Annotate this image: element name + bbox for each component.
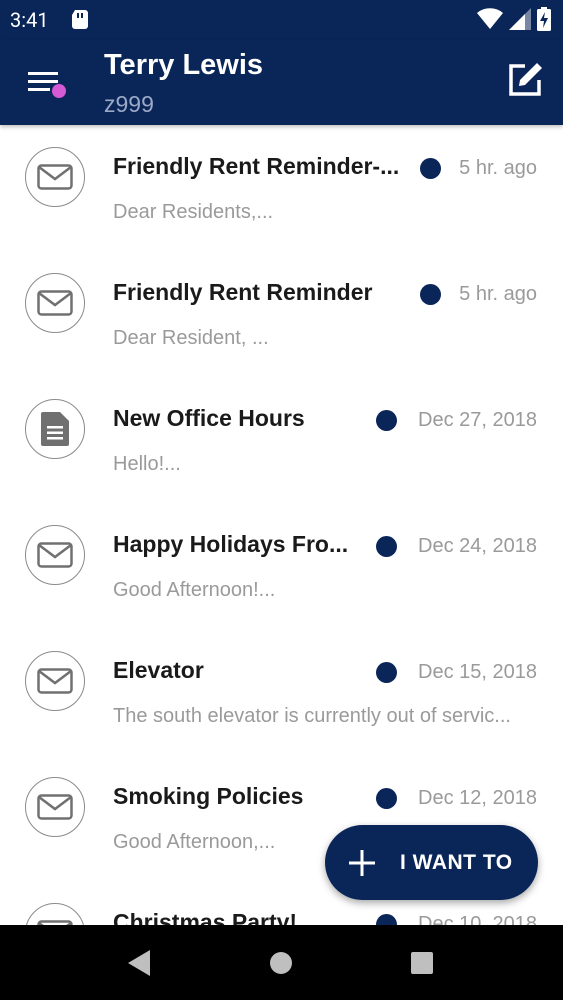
compose-button[interactable] <box>505 60 545 100</box>
message-title: New Office Hours <box>113 405 305 431</box>
unread-dot <box>420 284 441 305</box>
envelope-icon <box>25 147 85 207</box>
signal-icon <box>509 8 531 30</box>
message-date: Dec 15, 2018 <box>418 661 537 683</box>
list-item[interactable]: Happy Holidays Fro... Good Afternoon!...… <box>0 503 563 630</box>
message-list: Friendly Rent Reminder-... Dear Resident… <box>0 125 563 925</box>
wifi-icon <box>477 8 503 29</box>
menu-button[interactable] <box>28 70 66 100</box>
user-code: z999 <box>104 91 154 117</box>
message-preview: Good Afternoon!... <box>113 579 276 601</box>
message-title: Friendly Rent Reminder-... <box>113 153 400 179</box>
message-date: 5 hr. ago <box>459 157 537 179</box>
message-date: 5 hr. ago <box>459 283 537 305</box>
message-title: Elevator <box>113 657 204 683</box>
i-want-to-button[interactable]: I WANT TO <box>325 825 538 900</box>
home-icon[interactable] <box>270 952 292 974</box>
unread-dot <box>376 914 397 925</box>
envelope-icon <box>25 651 85 711</box>
message-preview: Dear Residents,... <box>113 201 274 223</box>
message-date: Dec 27, 2018 <box>418 409 537 431</box>
envelope-icon <box>25 903 85 925</box>
message-title: Happy Holidays Fro... <box>113 531 349 557</box>
navigation-bar <box>0 925 563 1000</box>
status-time: 3:41 <box>10 8 49 32</box>
list-item[interactable]: Friendly Rent Reminder-... Dear Resident… <box>0 125 563 252</box>
unread-dot <box>376 788 397 809</box>
unread-dot <box>376 410 397 431</box>
fab-label: I WANT TO <box>400 851 513 874</box>
unread-dot <box>376 662 397 683</box>
envelope-icon <box>25 777 85 837</box>
message-date: Dec 10, 2018 <box>418 913 537 925</box>
unread-dot <box>420 158 441 179</box>
battery-charging-icon <box>537 7 551 31</box>
user-name: Terry Lewis <box>104 49 264 81</box>
message-date: Dec 24, 2018 <box>418 535 537 557</box>
message-preview: Hello!... <box>113 453 181 475</box>
notification-dot <box>52 84 66 98</box>
list-item[interactable]: Elevator The south elevator is currently… <box>0 629 563 756</box>
document-icon <box>25 399 85 459</box>
message-preview: The south elevator is currently out of s… <box>113 705 511 727</box>
recents-icon[interactable] <box>411 952 433 974</box>
back-icon[interactable] <box>128 950 150 976</box>
status-bar: 3:41 <box>0 0 563 40</box>
compose-icon <box>509 63 542 96</box>
list-item[interactable]: New Office Hours Hello!... Dec 27, 2018 <box>0 377 563 504</box>
app-bar: Terry Lewis z999 <box>0 40 563 125</box>
message-preview: Dear Resident, ... <box>113 327 269 349</box>
sim-card-icon <box>72 10 88 29</box>
envelope-icon <box>25 525 85 585</box>
message-title: Friendly Rent Reminder <box>113 279 373 305</box>
list-item[interactable]: Friendly Rent Reminder Dear Resident, ..… <box>0 251 563 378</box>
message-date: Dec 12, 2018 <box>418 787 537 809</box>
message-title: Smoking Policies <box>113 783 304 809</box>
unread-dot <box>376 536 397 557</box>
message-title: Christmas Party! <box>113 909 298 925</box>
envelope-icon <box>25 273 85 333</box>
plus-icon <box>349 850 375 876</box>
